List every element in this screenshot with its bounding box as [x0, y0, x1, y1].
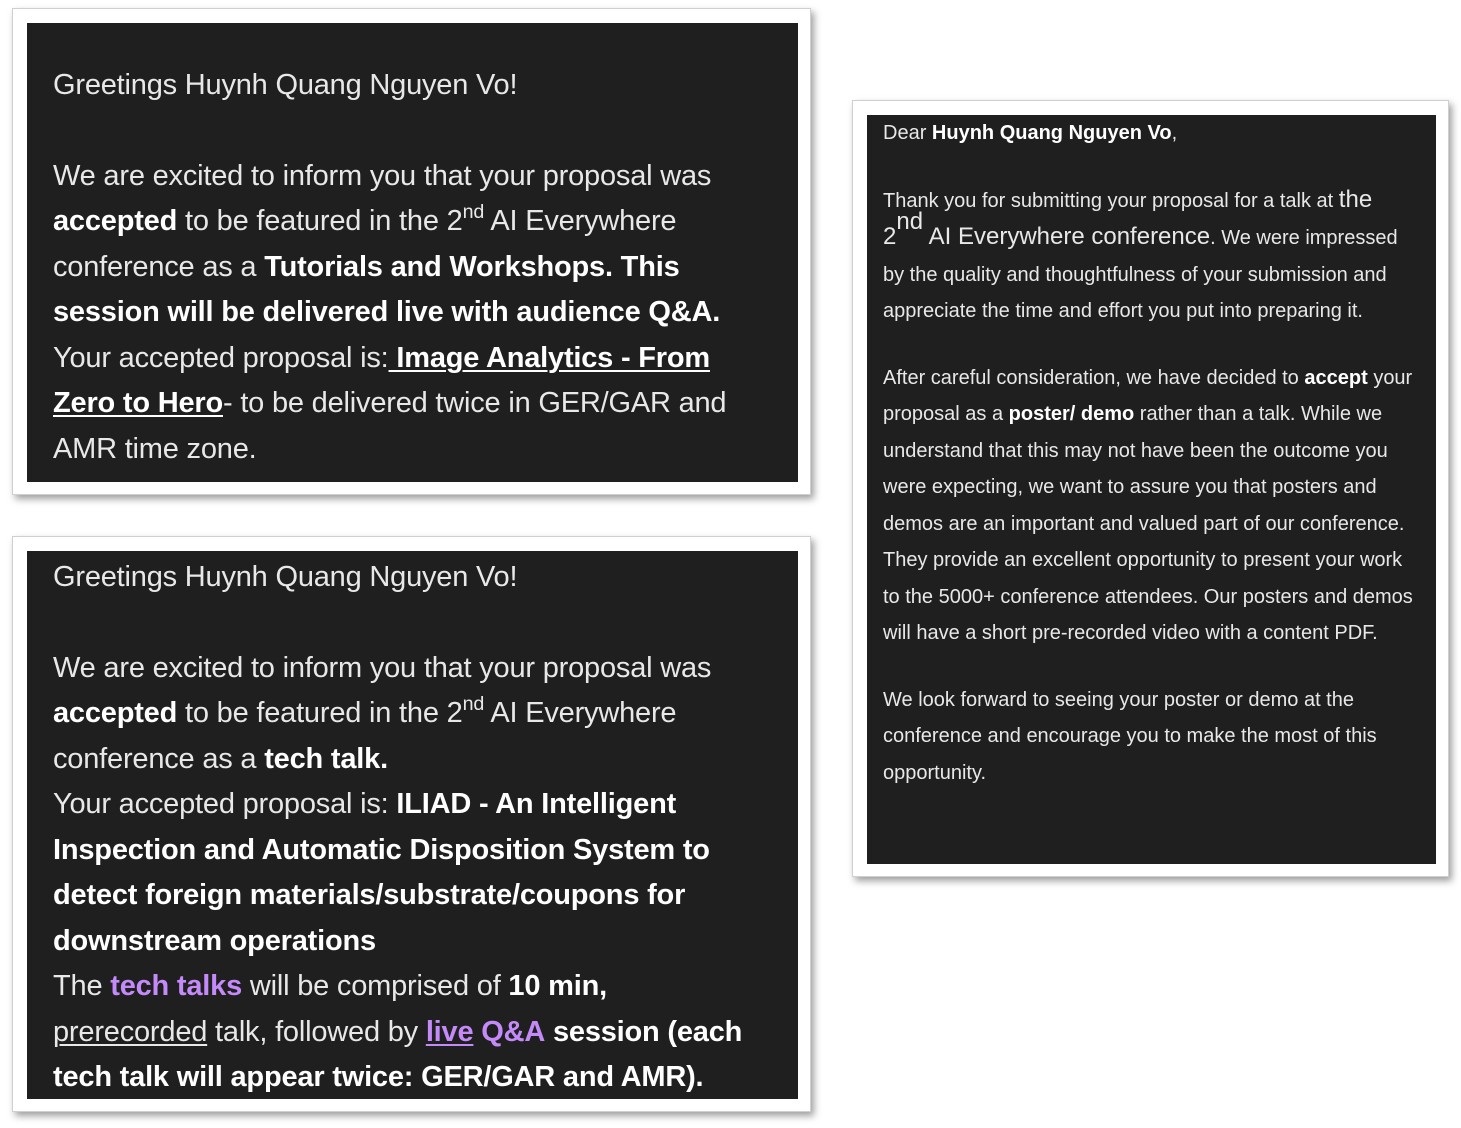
qa-text: Q&A	[481, 1015, 546, 1048]
session-type: tech talk.	[264, 742, 388, 775]
greeting: Greetings Huynh Quang Nguyen Vo!	[53, 561, 518, 593]
accepted-text: accepted	[53, 697, 178, 729]
accept-text: accept	[1304, 366, 1368, 389]
accepted-text: accepted	[53, 205, 178, 237]
email-card-poster: Dear Huynh Quang Nguyen Vo, Thank you fo…	[852, 100, 1449, 877]
duration-text: 10 min,	[508, 970, 607, 1002]
ordinal-suffix: nd	[896, 208, 924, 236]
featured-text: to be featured in the 2	[185, 205, 463, 237]
live-link[interactable]: live	[426, 1016, 474, 1048]
ordinal-suffix: nd	[462, 692, 485, 715]
email-body-poster: Dear Huynh Quang Nguyen Vo, Thank you fo…	[867, 115, 1436, 864]
conference-name: AI Everywhere conference	[928, 223, 1211, 250]
the-text: the	[1338, 185, 1373, 213]
thanks-paragraph: Thank you for submitting your proposal f…	[883, 182, 1420, 330]
email-card-tech-talk: Greetings Huynh Quang Nguyen Vo! We are …	[12, 536, 811, 1112]
intro-text: We are excited to inform you that your p…	[53, 159, 712, 192]
thanks-text: Thank you for submitting your proposal f…	[883, 189, 1334, 212]
as-a-text: conference as a	[53, 250, 257, 283]
email-card-tutorial: Greetings Huynh Quang Nguyen Vo! We are …	[12, 8, 811, 495]
proposal-label: Your accepted proposal is:	[53, 341, 389, 374]
conference-name: AI Everywhere	[490, 697, 677, 729]
followed-by-text: talk, followed by	[215, 1015, 418, 1048]
dear-text: Dear	[883, 122, 927, 144]
email-body-tech-talk: Greetings Huynh Quang Nguyen Vo! We are …	[27, 551, 798, 1099]
featured-text: to be featured in the 2	[185, 697, 463, 729]
decided-text: After careful consideration, we have dec…	[883, 366, 1299, 389]
ordinal-prefix: 2	[883, 223, 897, 250]
as-a-text: conference as a	[53, 742, 257, 775]
acceptance-paragraph: We are excited to inform you that your p…	[53, 646, 772, 1100]
comprised-text: will be comprised of	[249, 970, 501, 1002]
recipient-name: Huynh Quang Nguyen Vo	[931, 122, 1172, 144]
email-body-tutorial: Greetings Huynh Quang Nguyen Vo! We are …	[27, 23, 798, 482]
acceptance-paragraph: We are excited to inform you that your p…	[53, 154, 772, 473]
decision-paragraph: After careful consideration, we have dec…	[883, 360, 1420, 652]
prerecorded-text: prerecorded	[53, 1015, 208, 1048]
ordinal-suffix: nd	[462, 200, 485, 223]
closing-paragraph: We look forward to seeing your poster or…	[883, 688, 1377, 784]
rather-text: rather than a talk. While we understand …	[883, 403, 1413, 644]
comma: ,	[1171, 122, 1178, 144]
intro-text: We are excited to inform you that your p…	[53, 651, 712, 684]
greeting: Greetings Huynh Quang Nguyen Vo!	[53, 69, 518, 101]
salutation: Dear Huynh Quang Nguyen Vo,	[883, 115, 1420, 152]
proposal-label: Your accepted proposal is:	[53, 788, 389, 820]
the-text: The	[53, 970, 103, 1002]
tech-talks-text: tech talks	[110, 970, 243, 1002]
conference-name: AI Everywhere	[490, 205, 677, 237]
poster-demo-text: poster/ demo	[1008, 403, 1135, 425]
